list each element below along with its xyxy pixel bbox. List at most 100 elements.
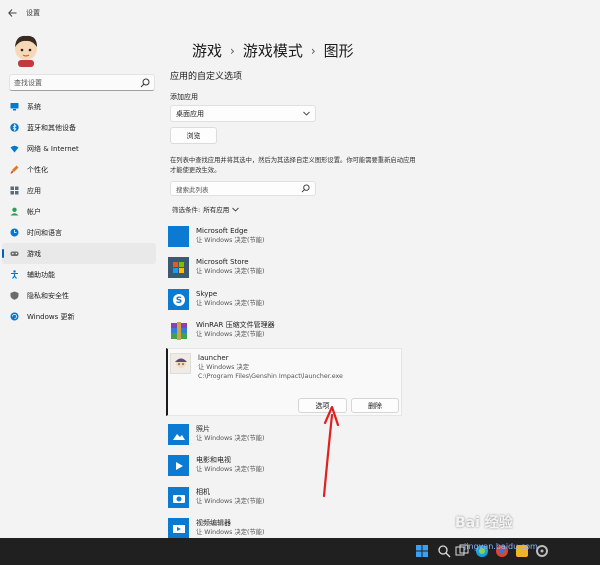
windows-start-icon[interactable]	[415, 544, 429, 558]
store-icon	[168, 257, 189, 278]
list-item[interactable]: Microsoft Edge 让 Windows 决定(节能)	[168, 226, 265, 254]
sidebar-item[interactable]: 隐私和安全性	[2, 285, 156, 306]
avatar[interactable]	[10, 33, 42, 67]
winrar-icon	[168, 320, 189, 341]
sidebar-item[interactable]: 时间和语言	[2, 222, 156, 243]
filter-dropdown[interactable]: 筛选条件: 所有应用	[172, 204, 240, 214]
wifi-icon	[10, 145, 19, 153]
search-icon	[140, 78, 150, 87]
monitor-icon	[10, 103, 19, 111]
app-name: 视频编辑器	[196, 519, 231, 527]
app-name: WinRAR 压缩文件管理器	[196, 321, 275, 329]
breadcrumb-item-graphics: 图形	[323, 42, 354, 60]
sidebar-item-label: 游戏	[27, 249, 41, 258]
list-item[interactable]: 电影和电视让 Windows 决定(节能)	[168, 455, 265, 483]
search-placeholder: 查找设置	[14, 78, 42, 87]
sidebar-nav: 系统蓝牙和其他设备网络 & Internet 个性化应用帐户时间和语言游戏辅助功能…	[0, 96, 158, 327]
update-icon	[10, 312, 19, 321]
app-type-select-value: 桌面应用	[176, 109, 204, 118]
sidebar-item-label: 个性化	[27, 165, 48, 174]
app-name: 相机	[196, 488, 210, 496]
sidebar-item-label: 应用	[27, 186, 41, 195]
app-name: 照片	[196, 425, 210, 433]
sidebar-item[interactable]: 应用	[2, 180, 156, 201]
app-status: 让 Windows 决定(节能)	[196, 466, 265, 473]
sidebar-item[interactable]: 个性化	[2, 159, 156, 180]
sidebar-item-label: 时间和语言	[27, 228, 62, 237]
gamepad-icon	[10, 251, 19, 256]
breadcrumb-item-game-mode[interactable]: 游戏模式	[243, 40, 303, 61]
app-path: C:\Program Files\Genshin Impact\launcher…	[198, 373, 343, 380]
app-name: Skype	[196, 290, 218, 298]
app-name: Microsoft Edge	[196, 227, 248, 235]
delete-button[interactable]: 删除	[351, 398, 399, 413]
accessibility-icon	[11, 270, 18, 279]
chevron-down-icon	[303, 111, 310, 116]
skype-icon: S	[168, 289, 189, 310]
app-status: 让 Windows 决定(节能)	[196, 529, 265, 536]
description-text: 在列表中查找应用并将其选中，然后为其选择自定义图形设置。你可能需要重新启动应用才…	[170, 157, 416, 174]
camera-icon	[168, 487, 189, 508]
list-item-expanded[interactable]: launcher 让 Windows 决定 C:\Program Files\G…	[170, 353, 343, 381]
sidebar-item[interactable]: Windows 更新	[2, 306, 156, 327]
svg-text:S: S	[175, 296, 181, 306]
sidebar-item-label: 帐户	[27, 207, 41, 216]
chevron-right-icon: ›	[310, 43, 316, 58]
apps-icon	[10, 186, 19, 195]
movies-icon	[168, 455, 189, 476]
sidebar-item-label: Windows 更新	[27, 312, 75, 321]
list-search-input[interactable]: 搜索此列表	[170, 181, 316, 196]
search-icon[interactable]	[437, 544, 451, 558]
sidebar-item-label: 辅助功能	[27, 270, 55, 279]
app-status: 让 Windows 决定(节能)	[196, 331, 265, 338]
watermark-brand: Bai 经验	[455, 515, 513, 531]
chevron-right-icon: ›	[230, 43, 235, 58]
section-title: 应用的自定义选项	[170, 72, 243, 82]
list-item[interactable]: Microsoft Store 让 Windows 决定(节能)	[168, 257, 265, 285]
sidebar-item[interactable]: 蓝牙和其他设备	[2, 117, 156, 138]
sidebar-item[interactable]: 辅助功能	[2, 264, 156, 285]
breadcrumb: 游戏 › 游戏模式 › 图形	[192, 40, 354, 61]
add-app-label: 添加应用	[170, 93, 198, 101]
app-status: 让 Windows 决定(节能)	[196, 300, 265, 307]
app-name: 电影和电视	[196, 456, 231, 464]
list-search-placeholder: 搜索此列表	[176, 185, 209, 194]
search-icon	[301, 184, 310, 193]
app-status: 让 Windows 决定(节能)	[196, 268, 265, 275]
brush-icon	[10, 165, 19, 174]
window-title: 设置	[26, 9, 40, 17]
filter-value: 所有应用	[203, 206, 230, 214]
title-bar: 设置	[0, 0, 600, 26]
sidebar-item[interactable]: 游戏	[2, 243, 156, 264]
sidebar-item-label: 系统	[27, 102, 41, 111]
photos-icon	[168, 424, 189, 445]
app-status: 让 Windows 决定(节能)	[196, 498, 265, 505]
app-status: 让 Windows 决定	[198, 364, 250, 371]
shield-icon	[10, 291, 19, 300]
list-item[interactable]: 照片让 Windows 决定(节能)	[168, 424, 265, 452]
breadcrumb-item-games[interactable]: 游戏	[192, 40, 222, 61]
sidebar-item-label: 蓝牙和其他设备	[27, 123, 76, 132]
app-type-select[interactable]: 桌面应用	[170, 105, 316, 122]
app-name: Microsoft Store	[196, 258, 249, 266]
sidebar-item[interactable]: 网络 & Internet	[2, 138, 156, 159]
list-item[interactable]: 相机让 Windows 决定(节能)	[168, 487, 265, 515]
chevron-down-icon	[232, 207, 240, 212]
list-item[interactable]: WinRAR 压缩文件管理器让 Windows 决定(节能)	[168, 320, 275, 348]
app-name: launcher	[198, 354, 229, 362]
sidebar-item[interactable]: 帐户	[2, 201, 156, 222]
edge-icon	[168, 226, 189, 247]
app-status: 让 Windows 决定(节能)	[196, 435, 265, 442]
browse-button[interactable]: 浏览	[170, 127, 217, 144]
sidebar-item[interactable]: 系统	[2, 96, 156, 117]
app-status: 让 Windows 决定(节能)	[196, 237, 265, 244]
back-arrow-icon[interactable]	[0, 0, 24, 26]
sidebar-item-label: 隐私和安全性	[27, 291, 69, 300]
video-editor-icon	[168, 518, 189, 539]
bluetooth-icon	[10, 123, 19, 132]
list-item[interactable]: S Skype 让 Windows 决定(节能)	[168, 289, 265, 317]
red-arrow-annotation	[322, 405, 340, 498]
launcher-icon	[170, 353, 191, 374]
search-input[interactable]: 查找设置	[9, 74, 155, 91]
watermark-url: jingyan.baidu.com	[464, 542, 538, 551]
